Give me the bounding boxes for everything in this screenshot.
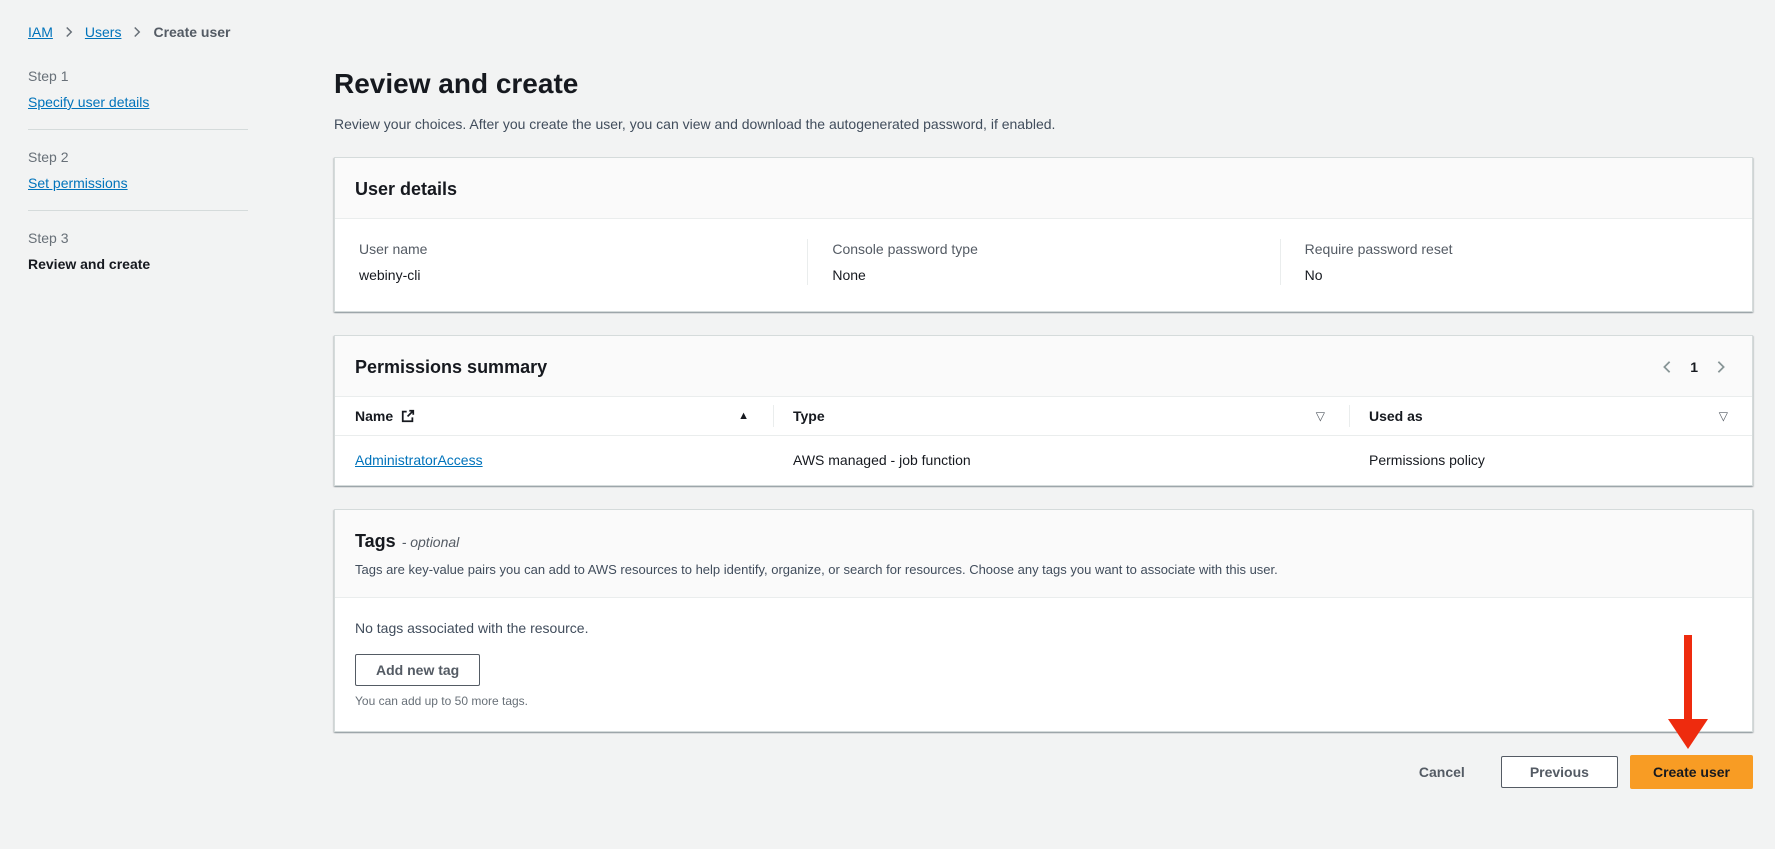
add-new-tag-button[interactable]: Add new tag xyxy=(355,654,480,686)
permissions-summary-header: Permissions summary 1 xyxy=(335,336,1752,397)
permissions-summary-title: Permissions summary xyxy=(355,356,547,378)
breadcrumb-link-iam[interactable]: IAM xyxy=(28,24,53,40)
user-details-header: User details xyxy=(335,158,1752,219)
iam-create-user-page: IAM Users Create user Step 1 Specify use… xyxy=(0,0,1775,805)
pagination: 1 xyxy=(1656,356,1732,378)
user-details-body: User name webiny-cli Console password ty… xyxy=(335,219,1752,311)
table-row: AdministratorAccess AWS managed - job fu… xyxy=(335,436,1752,485)
user-details-card: User details User name webiny-cli Consol… xyxy=(334,157,1753,312)
external-link-icon xyxy=(401,409,415,423)
permissions-table: Name ▲ Type ▽ U xyxy=(335,397,1752,485)
policy-link-administrator-access[interactable]: AdministratorAccess xyxy=(355,452,483,468)
breadcrumb-current-page: Create user xyxy=(153,24,230,40)
tags-limit-text: You can add up to 50 more tags. xyxy=(355,693,1732,709)
user-details-title: User details xyxy=(355,178,1732,200)
breadcrumb: IAM Users Create user xyxy=(28,22,1753,42)
tags-empty-text: No tags associated with the resource. xyxy=(355,618,1732,638)
column-header-used-as[interactable]: Used as ▽ xyxy=(1349,397,1752,435)
chevron-left-icon xyxy=(1660,360,1674,374)
tags-description: Tags are key-value pairs you can add to … xyxy=(355,561,1732,579)
column-header-name[interactable]: Name ▲ xyxy=(335,397,773,435)
user-name-field: User name webiny-cli xyxy=(335,239,807,285)
page-title: Review and create xyxy=(334,66,1753,102)
chevron-right-icon xyxy=(1714,360,1728,374)
cancel-button[interactable]: Cancel xyxy=(1407,757,1477,787)
step-link-specify-user-details[interactable]: Specify user details xyxy=(28,92,149,112)
column-header-type-label: Type xyxy=(793,408,825,424)
create-user-button[interactable]: Create user xyxy=(1630,755,1753,789)
wizard-steps-nav: Step 1 Specify user details Step 2 Set p… xyxy=(28,66,248,805)
tags-title: Tags - optional xyxy=(355,530,1732,553)
step-1: Step 1 Specify user details xyxy=(28,66,248,112)
column-header-type[interactable]: Type ▽ xyxy=(773,397,1349,435)
pagination-current-page[interactable]: 1 xyxy=(1686,359,1702,375)
breadcrumb-chevron-icon xyxy=(63,26,75,38)
policy-type-cell: AWS managed - job function xyxy=(773,436,1349,485)
policy-used-as-cell: Permissions policy xyxy=(1349,436,1752,485)
require-password-reset-field: Require password reset No xyxy=(1280,239,1752,285)
column-header-used-as-label: Used as xyxy=(1369,408,1423,424)
console-password-type-value: None xyxy=(832,265,1259,285)
user-name-label: User name xyxy=(359,239,787,259)
step-3: Step 3 Review and create xyxy=(28,228,248,274)
tags-card: Tags - optional Tags are key-value pairs … xyxy=(334,509,1753,732)
step-divider xyxy=(28,129,248,130)
breadcrumb-link-users[interactable]: Users xyxy=(85,24,122,40)
require-password-reset-label: Require password reset xyxy=(1305,239,1732,259)
step-link-set-permissions[interactable]: Set permissions xyxy=(28,173,128,193)
console-password-type-field: Console password type None xyxy=(807,239,1279,285)
sort-indicator-icon[interactable]: ▽ xyxy=(1316,409,1325,423)
page-layout: Step 1 Specify user details Step 2 Set p… xyxy=(28,66,1753,805)
sort-indicator-icon[interactable]: ▽ xyxy=(1719,409,1728,423)
require-password-reset-value: No xyxy=(1305,265,1732,285)
console-password-type-label: Console password type xyxy=(832,239,1259,259)
tags-header: Tags - optional Tags are key-value pairs … xyxy=(335,510,1752,598)
sort-ascending-icon[interactable]: ▲ xyxy=(738,410,749,422)
step-divider xyxy=(28,210,248,211)
permissions-summary-card: Permissions summary 1 Name xyxy=(334,335,1753,486)
tags-body: No tags associated with the resource. Ad… xyxy=(335,598,1752,731)
step-current-review-and-create: Review and create xyxy=(28,254,248,274)
user-name-value: webiny-cli xyxy=(359,265,787,285)
step-1-label: Step 1 xyxy=(28,66,248,86)
column-header-name-label: Name xyxy=(355,408,393,424)
pagination-next-button[interactable] xyxy=(1710,356,1732,378)
page-description: Review your choices. After you create th… xyxy=(334,114,1753,134)
footer-actions: Cancel Previous Create user xyxy=(334,755,1753,805)
breadcrumb-chevron-icon xyxy=(131,26,143,38)
tags-optional-suffix: - optional xyxy=(402,534,460,550)
pagination-previous-button[interactable] xyxy=(1656,356,1678,378)
policy-name-cell: AdministratorAccess xyxy=(335,436,773,485)
main-content: Review and create Review your choices. A… xyxy=(334,66,1753,805)
step-2: Step 2 Set permissions xyxy=(28,147,248,193)
permissions-table-header: Name ▲ Type ▽ U xyxy=(335,397,1752,436)
step-2-label: Step 2 xyxy=(28,147,248,167)
tags-title-text: Tags xyxy=(355,531,396,551)
previous-button[interactable]: Previous xyxy=(1501,756,1618,788)
step-3-label: Step 3 xyxy=(28,228,248,248)
